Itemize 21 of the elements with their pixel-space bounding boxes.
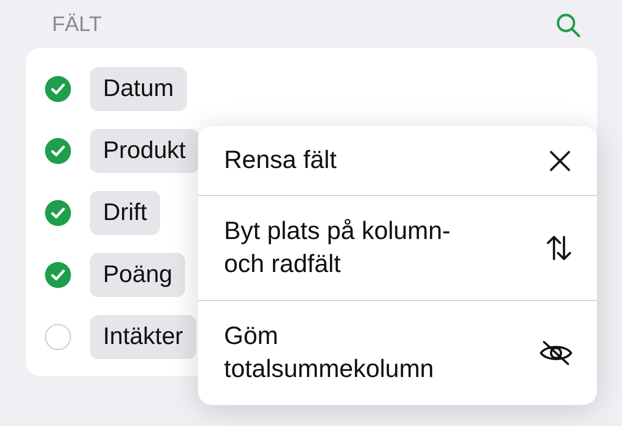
checkbox[interactable] [45,262,71,288]
menu-item[interactable]: Byt plats på kolumn- och radfält [198,195,597,300]
menu-item[interactable]: Göm totalsummekolumn [198,300,597,405]
field-chip[interactable]: Drift [90,191,160,235]
field-chip[interactable]: Intäkter [90,315,196,359]
field-chip[interactable]: Datum [90,67,187,111]
swap-arrows-icon [545,234,573,262]
search-icon[interactable] [555,12,581,38]
checkbox[interactable] [45,200,71,226]
checkbox[interactable] [45,324,71,350]
menu-item[interactable]: Rensa fält [198,126,597,195]
section-title: FÄLT [52,13,102,37]
checkmark-icon [51,207,65,219]
checkmark-icon [51,269,65,281]
eye-slash-icon [539,340,573,366]
checkbox[interactable] [45,138,71,164]
checkbox[interactable] [45,76,71,102]
checkmark-icon [51,83,65,95]
field-chip[interactable]: Produkt [90,129,199,173]
field-chip[interactable]: Poäng [90,253,186,297]
checkmark-icon [51,145,65,157]
